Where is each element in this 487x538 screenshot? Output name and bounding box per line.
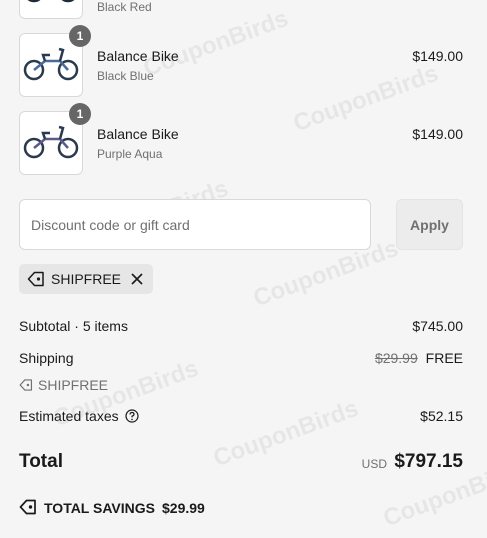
subtotal-value: $745.00 (412, 318, 463, 334)
line-item: Black Red (19, 0, 463, 19)
help-icon[interactable] (125, 409, 139, 423)
applied-discount-chip: SHIPFREE (19, 264, 153, 294)
shipping-discount-code: SHIPFREE (38, 377, 109, 393)
item-variant: Black Blue (97, 69, 154, 83)
bike-thumbnail (27, 0, 75, 3)
total-label: Total (19, 451, 63, 472)
shipping-label: Shipping (19, 350, 74, 366)
apply-button[interactable]: Apply (396, 199, 463, 250)
savings-value: $29.99 (162, 500, 205, 516)
bike-thumbnail (23, 47, 79, 81)
quantity-badge: 1 (69, 103, 91, 125)
tag-icon (27, 271, 44, 287)
tag-icon (19, 379, 33, 391)
product-thumbnail: 1 (19, 25, 91, 97)
taxes-label: Estimated taxes (19, 408, 119, 424)
applied-discount-code: SHIPFREE (51, 271, 122, 287)
savings-label: TOTAL SAVINGS (44, 500, 155, 516)
close-icon[interactable] (130, 272, 144, 286)
watermark: CouponBirds (209, 394, 362, 473)
taxes-value: $52.15 (420, 408, 463, 424)
line-item: 1 Balance Bike Black Blue $149.00 (19, 25, 463, 97)
shipping-original-price: $29.99 (374, 350, 418, 366)
quantity-badge: 1 (69, 25, 91, 47)
shipping-value: FREE (425, 350, 463, 366)
item-variant: Purple Aqua (97, 147, 163, 161)
item-title: Balance Bike (97, 48, 179, 64)
shipping-price: $29.99 FREE (375, 350, 463, 366)
item-price: $149.00 (412, 48, 463, 64)
discount-code-input[interactable] (19, 199, 371, 250)
item-price: $149.00 (412, 126, 463, 142)
total-amount: $797.15 (394, 451, 463, 472)
savings-tag-icon (19, 499, 36, 515)
item-variant: Black Red (97, 0, 152, 14)
bike-thumbnail (23, 125, 79, 159)
product-thumbnail: 1 (19, 103, 91, 175)
taxes-row-label: Estimated taxes (19, 408, 139, 424)
currency-code: USD (361, 457, 387, 471)
line-item: 1 Balance Bike Purple Aqua $149.00 (19, 103, 463, 175)
subtotal-label: Subtotal · 5 items (19, 318, 128, 334)
item-title: Balance Bike (97, 126, 179, 142)
product-thumbnail (19, 0, 83, 19)
